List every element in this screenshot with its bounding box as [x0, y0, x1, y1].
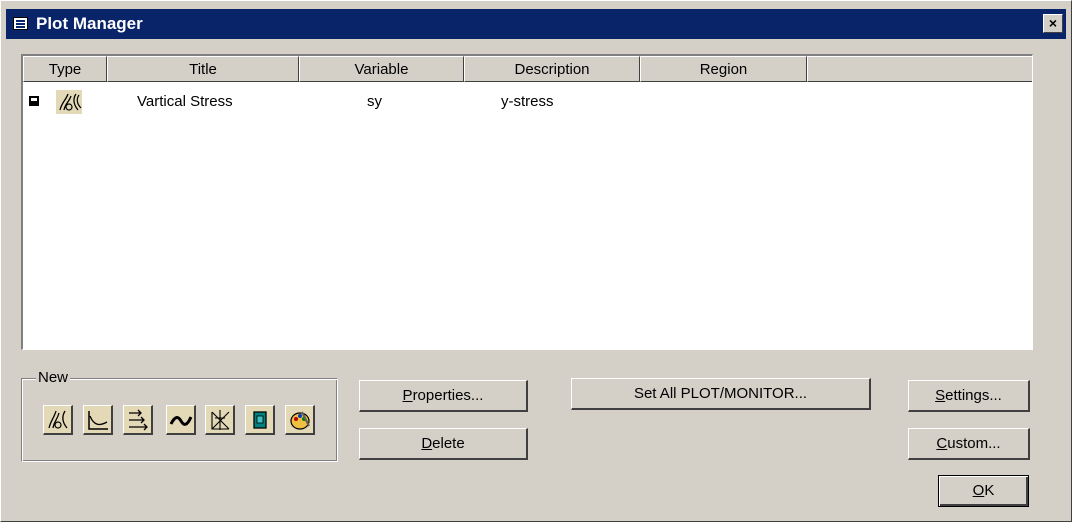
window-title: Plot Manager — [36, 14, 143, 33]
new-contour-plot-button[interactable] — [43, 405, 73, 435]
mesh-plot-icon — [211, 410, 230, 430]
settings-label: ettings... — [945, 387, 1002, 404]
ok-button[interactable]: OK — [938, 475, 1029, 507]
palette-plot-icon — [290, 411, 310, 430]
new-curve-plot-button[interactable] — [166, 405, 196, 435]
vector-plot-icon — [129, 409, 148, 431]
curve-plot-icon — [169, 416, 193, 426]
contour-plot-icon — [56, 90, 82, 114]
new-mesh-plot-button[interactable] — [205, 405, 235, 435]
new-text-plot-button[interactable] — [245, 405, 275, 435]
new-group-label: New — [36, 369, 71, 386]
row-variable: sy — [367, 93, 382, 110]
column-header-type[interactable]: Type — [23, 56, 107, 82]
delete-button[interactable]: Delete — [359, 428, 528, 460]
column-header-filler — [807, 56, 1032, 82]
column-header-variable[interactable]: Variable — [299, 56, 464, 82]
properties-mnemonic: P — [402, 387, 413, 404]
window-app-icon — [13, 17, 28, 30]
custom-mnemonic: C — [936, 435, 948, 452]
column-header-title[interactable]: Title — [107, 56, 299, 82]
settings-button[interactable]: Settings... — [908, 380, 1030, 412]
custom-label: ustom... — [947, 435, 1001, 452]
properties-button[interactable]: Properties... — [359, 380, 528, 412]
list-header: Type Title Variable Description Region — [23, 56, 1032, 82]
new-vector-plot-button[interactable] — [123, 405, 153, 435]
table-row[interactable]: Vartical Stress sy y-stress — [23, 90, 1032, 114]
contour-plot-icon — [48, 410, 68, 429]
properties-label: roperties... — [412, 387, 484, 404]
title-bar[interactable]: Plot Manager × — [6, 9, 1066, 39]
graph-plot-icon — [88, 411, 108, 430]
column-header-description[interactable]: Description — [464, 56, 640, 82]
new-palette-plot-button[interactable] — [285, 405, 315, 435]
close-button[interactable]: × — [1043, 14, 1063, 33]
custom-button[interactable]: Custom... — [908, 428, 1030, 460]
row-checkbox[interactable] — [29, 96, 39, 106]
plot-list[interactable]: Type Title Variable Description Region V… — [21, 54, 1033, 350]
ok-mnemonic: O — [972, 482, 985, 499]
column-header-region[interactable]: Region — [640, 56, 807, 82]
row-title: Vartical Stress — [137, 93, 233, 110]
set-all-plot-monitor-button[interactable]: Set All PLOT/MONITOR... — [571, 378, 871, 410]
new-graph-plot-button[interactable] — [83, 405, 113, 435]
settings-mnemonic: S — [935, 387, 946, 404]
delete-mnemonic: D — [421, 435, 433, 452]
text-plot-icon — [253, 411, 267, 429]
ok-label: K — [984, 482, 995, 499]
delete-label: elete — [432, 435, 465, 452]
row-description: y-stress — [501, 93, 554, 110]
